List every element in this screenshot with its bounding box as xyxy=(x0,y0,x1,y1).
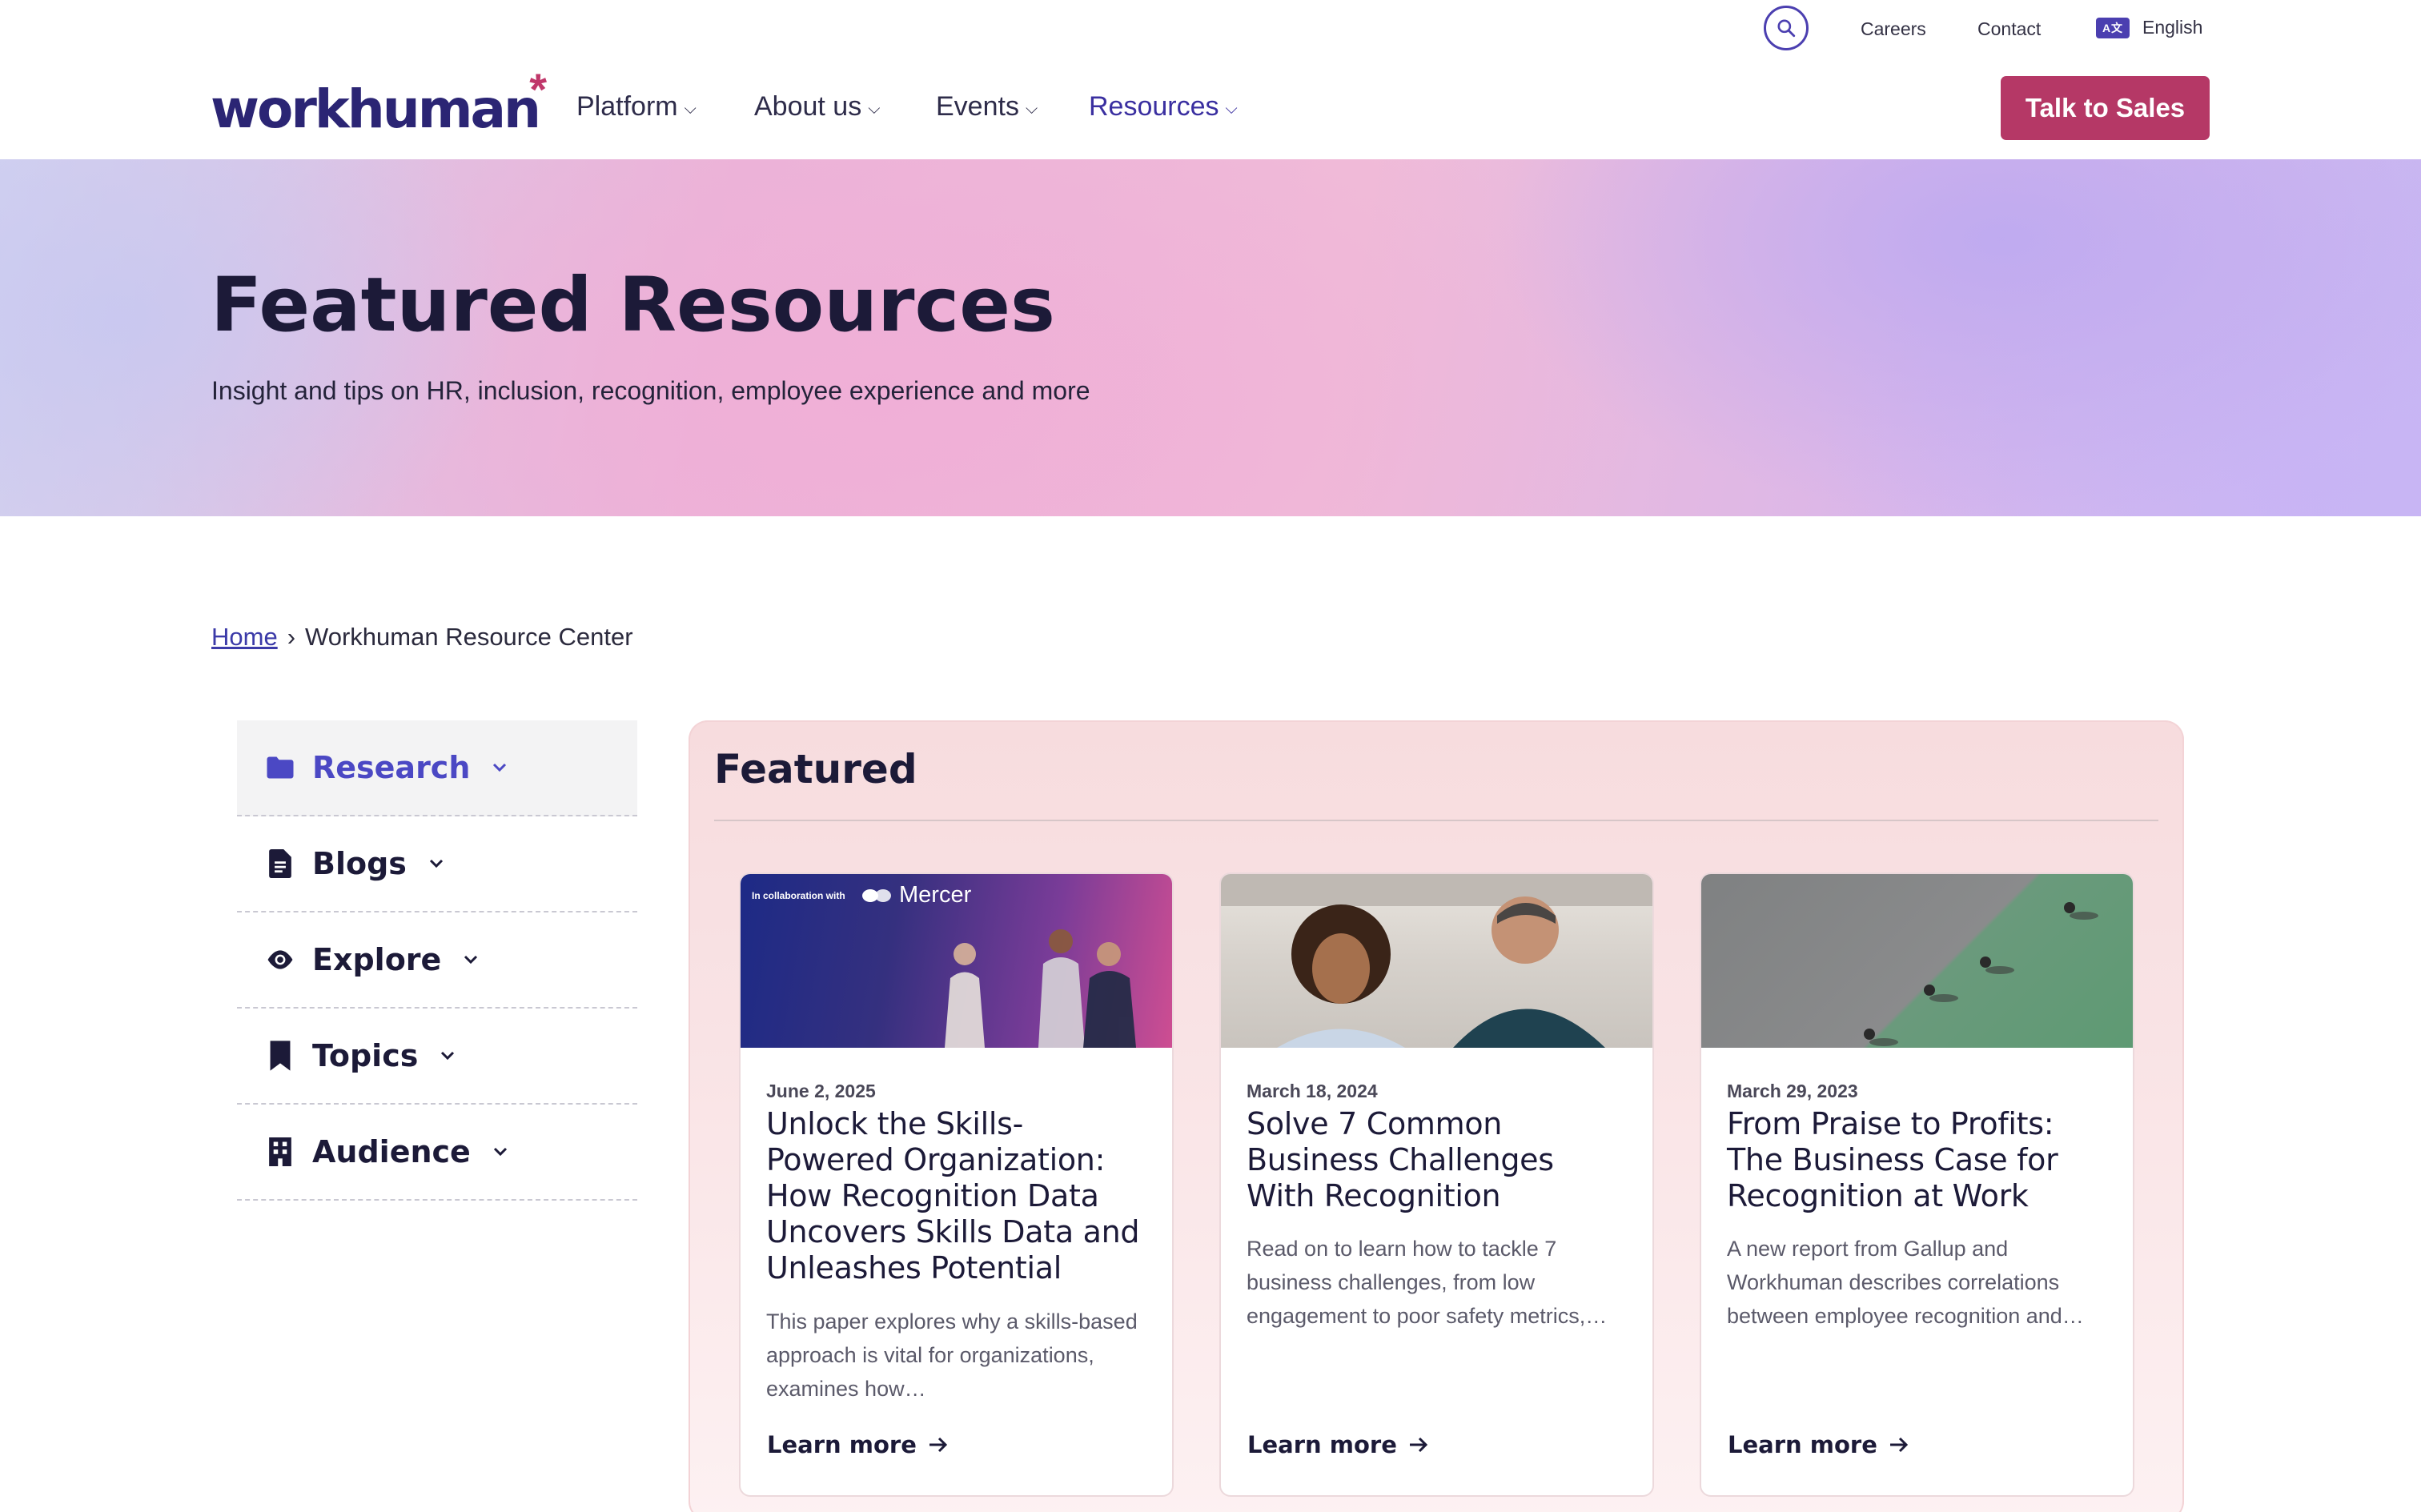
chevron-down-icon xyxy=(488,756,512,780)
card-title[interactable]: Unlock the Skills-Powered Organization: … xyxy=(766,1106,1150,1286)
featured-panel: Featured In collaboration with Mercer Ju… xyxy=(689,720,2184,1512)
sidebar-item-label: Explore xyxy=(312,942,442,977)
sidebar-item-topics[interactable]: Topics xyxy=(237,1009,637,1105)
chevron-down-icon xyxy=(488,1140,512,1164)
featured-heading: Featured xyxy=(714,746,917,792)
contact-link[interactable]: Contact xyxy=(1977,18,2041,40)
nav-resources-label: Resources xyxy=(1089,91,1219,122)
business-people-illustration xyxy=(945,929,1136,1048)
arrow-right-icon xyxy=(929,1437,947,1453)
search-button[interactable] xyxy=(1764,6,1809,50)
aerial-walkers-photo xyxy=(1864,902,2098,1046)
chevron-down-icon: ⌵ xyxy=(868,100,881,118)
careers-link[interactable]: Careers xyxy=(1861,18,1926,40)
nav-events-label: Events xyxy=(936,91,1019,122)
card-date: June 2, 2025 xyxy=(766,1081,876,1101)
search-icon xyxy=(1777,19,1796,38)
card-description: A new report from Gallup and Workhuman d… xyxy=(1727,1237,2084,1328)
hero-banner: Featured Resources Insight and tips on H… xyxy=(0,159,2421,516)
building-icon xyxy=(266,1137,295,1166)
sidebar-item-explore[interactable]: Explore xyxy=(237,912,637,1009)
page-title: Featured Resources xyxy=(211,262,1055,349)
learn-more-link[interactable]: Learn more xyxy=(1247,1431,1429,1458)
nav-platform-label: Platform xyxy=(576,91,678,122)
resource-card[interactable]: In collaboration with Mercer June 2, 202… xyxy=(739,872,1174,1497)
page-subtitle: Insight and tips on HR, inclusion, recog… xyxy=(211,376,1090,405)
utility-bar: Careers Contact A文 English xyxy=(0,0,2421,61)
sidebar-item-blogs[interactable]: Blogs xyxy=(237,816,637,912)
talk-to-sales-button[interactable]: Talk to Sales xyxy=(2001,76,2210,140)
logo-asterisk-icon: * xyxy=(529,64,548,114)
resource-filter-sidebar: Research Blogs Explore Topics Audience xyxy=(237,720,637,1201)
arrow-right-icon xyxy=(1889,1437,1908,1453)
chevron-down-icon xyxy=(436,1044,460,1068)
sidebar-item-research[interactable]: Research xyxy=(237,720,637,816)
card-title[interactable]: From Praise to Profits: The Business Cas… xyxy=(1727,1106,2111,1214)
breadcrumb-current: Workhuman Resource Center xyxy=(305,623,633,651)
learn-more-link[interactable]: Learn more xyxy=(767,1431,949,1458)
card-image: In collaboration with Mercer xyxy=(741,874,1172,1048)
logo-wordmark: workhuman xyxy=(211,78,541,140)
learn-more-label: Learn more xyxy=(1728,1431,1877,1458)
card-date: March 18, 2024 xyxy=(1247,1081,1378,1101)
card-image xyxy=(1701,874,2133,1048)
resource-card[interactable]: March 18, 2024 Solve 7 Common Business C… xyxy=(1219,872,1654,1497)
workhuman-logo[interactable]: workhuman * xyxy=(211,67,547,140)
main-navigation: workhuman * Platform ⌵ About us ⌵ Events… xyxy=(0,61,2421,159)
sidebar-item-label: Blogs xyxy=(312,846,407,881)
learn-more-label: Learn more xyxy=(767,1431,917,1458)
breadcrumb-home-link[interactable]: Home xyxy=(211,623,278,652)
divider xyxy=(714,820,2158,821)
chevron-down-icon: ⌵ xyxy=(684,100,697,118)
nav-resources[interactable]: Resources ⌵ xyxy=(1089,91,1238,122)
card-description: This paper explores why a skills-based a… xyxy=(766,1309,1138,1401)
translate-icon: A文 xyxy=(2096,17,2130,38)
nav-about-label: About us xyxy=(754,91,862,122)
bookmark-icon xyxy=(266,1041,295,1071)
nav-events[interactable]: Events ⌵ xyxy=(936,91,1038,122)
card-description: Read on to learn how to tackle 7 busines… xyxy=(1247,1237,1608,1328)
learn-more-label: Learn more xyxy=(1247,1431,1397,1458)
chevron-down-icon: ⌵ xyxy=(1025,100,1038,118)
folder-icon xyxy=(266,753,295,782)
chevron-down-icon: ⌵ xyxy=(1225,100,1238,118)
learn-more-link[interactable]: Learn more xyxy=(1728,1431,1909,1458)
nav-about-us[interactable]: About us ⌵ xyxy=(754,91,880,122)
language-label: English xyxy=(2142,17,2203,38)
breadcrumb: Home › Workhuman Resource Center xyxy=(211,623,633,652)
sidebar-item-label: Audience xyxy=(312,1134,471,1169)
language-selector[interactable]: A文 English xyxy=(2096,17,2202,38)
card-date: March 29, 2023 xyxy=(1727,1081,1858,1101)
document-icon xyxy=(266,849,295,878)
sidebar-item-audience[interactable]: Audience xyxy=(237,1105,637,1201)
sidebar-item-label: Topics xyxy=(312,1038,419,1073)
nav-platform[interactable]: Platform ⌵ xyxy=(576,91,697,122)
sidebar-item-label: Research xyxy=(312,750,471,785)
colleagues-photo xyxy=(1221,874,1652,1048)
eye-icon xyxy=(266,945,295,974)
breadcrumb-separator-icon: › xyxy=(287,623,296,651)
card-title[interactable]: Solve 7 Common Business Challenges With … xyxy=(1247,1106,1631,1214)
arrow-right-icon xyxy=(1409,1437,1427,1453)
resource-card[interactable]: March 29, 2023 From Praise to Profits: T… xyxy=(1700,872,2134,1497)
chevron-down-icon xyxy=(424,852,448,876)
chevron-down-icon xyxy=(459,948,483,972)
card-image xyxy=(1221,874,1652,1048)
